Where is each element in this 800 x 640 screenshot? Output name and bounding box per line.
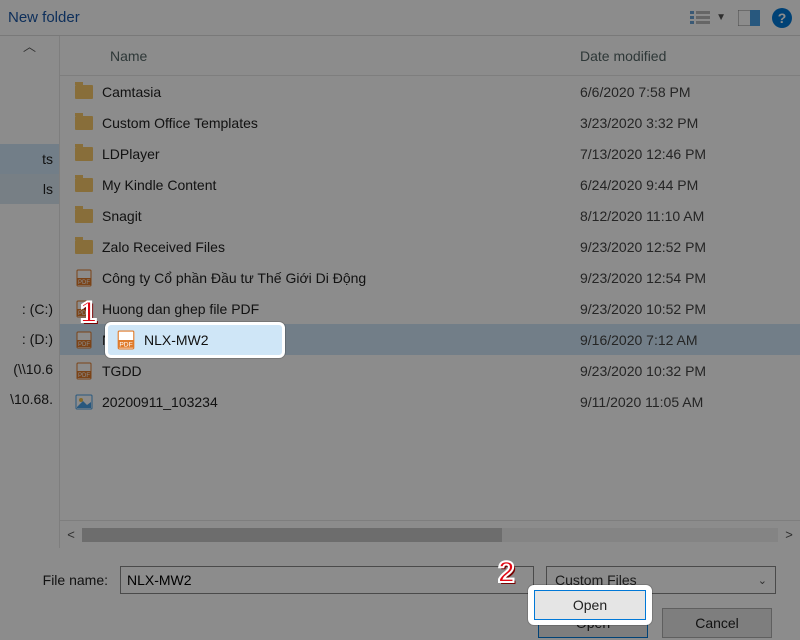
nav-item[interactable]: \10.68.: [0, 384, 59, 414]
file-name: TGDD: [102, 363, 142, 379]
file-name: 20200911_103234: [102, 394, 218, 410]
col-name-header[interactable]: Name: [110, 48, 580, 64]
file-name: Huong dan ghep file PDF: [102, 301, 259, 317]
scrollbar-track[interactable]: [82, 528, 778, 542]
svg-text:PDF: PDF: [119, 342, 132, 349]
file-date: 7/13/2020 12:46 PM: [580, 146, 800, 162]
chevron-down-icon: ⌄: [758, 574, 767, 587]
file-date: 6/6/2020 7:58 PM: [580, 84, 800, 100]
file-name: Custom Office Templates: [102, 115, 258, 131]
file-row[interactable]: PDF TGDD 9/23/2020 10:32 PM: [60, 355, 800, 386]
file-name: Zalo Received Files: [102, 239, 225, 255]
image-file-icon: [74, 392, 94, 412]
nav-scroll-up[interactable]: ︿: [0, 36, 59, 54]
file-name: Camtasia: [102, 84, 161, 100]
main-area: ︿ tsls : (C:): (D:)(\\10.6\10.68. Name Da…: [0, 36, 800, 548]
folder-icon: [74, 113, 94, 133]
file-name: Công ty Cổ phần Đầu tư Thế Giới Di Động: [102, 270, 366, 286]
file-date: 9/23/2020 12:52 PM: [580, 239, 800, 255]
nav-item[interactable]: [0, 114, 59, 144]
horizontal-scrollbar[interactable]: < >: [60, 520, 800, 548]
list-view-icon: [690, 10, 712, 26]
preview-pane-icon: [738, 10, 760, 26]
folder-icon: [74, 82, 94, 102]
help-button[interactable]: ?: [772, 8, 792, 28]
file-name: My Kindle Content: [102, 177, 216, 193]
file-open-dialog: New folder ▼ ? ︿ tsls : (C:): (D:)(\\10.6…: [0, 0, 800, 640]
dropdown-caret-icon: ▼: [716, 12, 726, 23]
svg-text:PDF: PDF: [78, 280, 90, 286]
file-date: 9/23/2020 12:54 PM: [580, 270, 800, 286]
file-date: 8/12/2020 11:10 AM: [580, 208, 800, 224]
help-icon: ?: [778, 10, 787, 26]
pdf-file-icon: PDF: [74, 330, 94, 350]
file-row[interactable]: LDPlayer 7/13/2020 12:46 PM: [60, 138, 800, 169]
nav-item[interactable]: : (C:): [0, 294, 59, 324]
file-row[interactable]: PDF Công ty Cổ phần Đầu tư Thế Giới Di Độ…: [60, 262, 800, 293]
file-date: 9/23/2020 10:32 PM: [580, 363, 800, 379]
file-row[interactable]: Zalo Received Files 9/23/2020 12:52 PM: [60, 231, 800, 262]
column-headers[interactable]: Name Date modified: [60, 36, 800, 76]
scrollbar-thumb[interactable]: [82, 528, 502, 542]
callout-1: 1: [80, 296, 97, 330]
file-date: 3/23/2020 3:32 PM: [580, 115, 800, 131]
file-date: 9/23/2020 10:52 PM: [580, 301, 800, 317]
nav-item[interactable]: [0, 204, 59, 234]
file-row[interactable]: Camtasia 6/6/2020 7:58 PM: [60, 76, 800, 107]
cancel-button[interactable]: Cancel: [662, 608, 772, 638]
folder-icon: [74, 206, 94, 226]
pdf-file-icon: PDF: [74, 268, 94, 288]
scroll-right-arrow[interactable]: >: [778, 527, 800, 542]
preview-pane-button[interactable]: [738, 10, 760, 26]
file-row[interactable]: 20200911_103234 9/11/2020 11:05 AM: [60, 386, 800, 417]
pdf-file-icon: PDF: [116, 330, 136, 350]
nav-item[interactable]: ls: [0, 174, 59, 204]
file-row[interactable]: Snagit 8/12/2020 11:10 AM: [60, 200, 800, 231]
folder-icon: [74, 237, 94, 257]
nav-item[interactable]: [0, 264, 59, 294]
file-pane: Name Date modified Camtasia 6/6/2020 7:58…: [60, 36, 800, 548]
nav-item[interactable]: (\\10.6: [0, 354, 59, 384]
nav-item[interactable]: [0, 84, 59, 114]
nav-item[interactable]: : (D:): [0, 324, 59, 354]
file-list[interactable]: Camtasia 6/6/2020 7:58 PM Custom Office Te…: [60, 76, 800, 520]
callout-2: 2: [498, 556, 515, 590]
highlight-file-name: NLX-MW2: [144, 332, 209, 348]
highlight-selected-file: PDF NLX-MW2: [105, 322, 285, 358]
new-folder-button[interactable]: New folder: [0, 9, 84, 26]
folder-icon: [74, 175, 94, 195]
toolbar: New folder ▼ ?: [0, 0, 800, 36]
svg-text:PDF: PDF: [78, 342, 90, 348]
scroll-left-arrow[interactable]: <: [60, 527, 82, 542]
file-date: 9/11/2020 11:05 AM: [580, 394, 800, 410]
file-name: LDPlayer: [102, 146, 160, 162]
file-name-input[interactable]: [120, 566, 534, 594]
svg-text:PDF: PDF: [78, 373, 90, 379]
file-row[interactable]: Custom Office Templates 3/23/2020 3:32 PM: [60, 107, 800, 138]
highlight-open-button: Open: [528, 585, 652, 625]
file-name: Snagit: [102, 208, 142, 224]
file-date: 6/24/2020 9:44 PM: [580, 177, 800, 193]
folder-icon: [74, 144, 94, 164]
open-button-highlight[interactable]: Open: [534, 590, 646, 620]
file-name-label: File name:: [30, 572, 108, 588]
nav-item[interactable]: [0, 234, 59, 264]
pdf-file-icon: PDF: [74, 361, 94, 381]
file-date: 9/16/2020 7:12 AM: [580, 332, 800, 348]
col-date-header[interactable]: Date modified: [580, 48, 800, 64]
nav-pane: ︿ tsls : (C:): (D:)(\\10.6\10.68.: [0, 36, 60, 548]
nav-item[interactable]: ts: [0, 144, 59, 174]
file-row[interactable]: My Kindle Content 6/24/2020 9:44 PM: [60, 169, 800, 200]
bottom-bar: File name: Custom Files ⌄ Open Cancel: [0, 548, 800, 640]
view-details-button[interactable]: ▼: [690, 10, 726, 26]
chevron-up-icon: ︿: [23, 36, 36, 55]
file-row[interactable]: PDFHuong dan ghep file PDF9/23/2020 10:5…: [60, 293, 800, 324]
